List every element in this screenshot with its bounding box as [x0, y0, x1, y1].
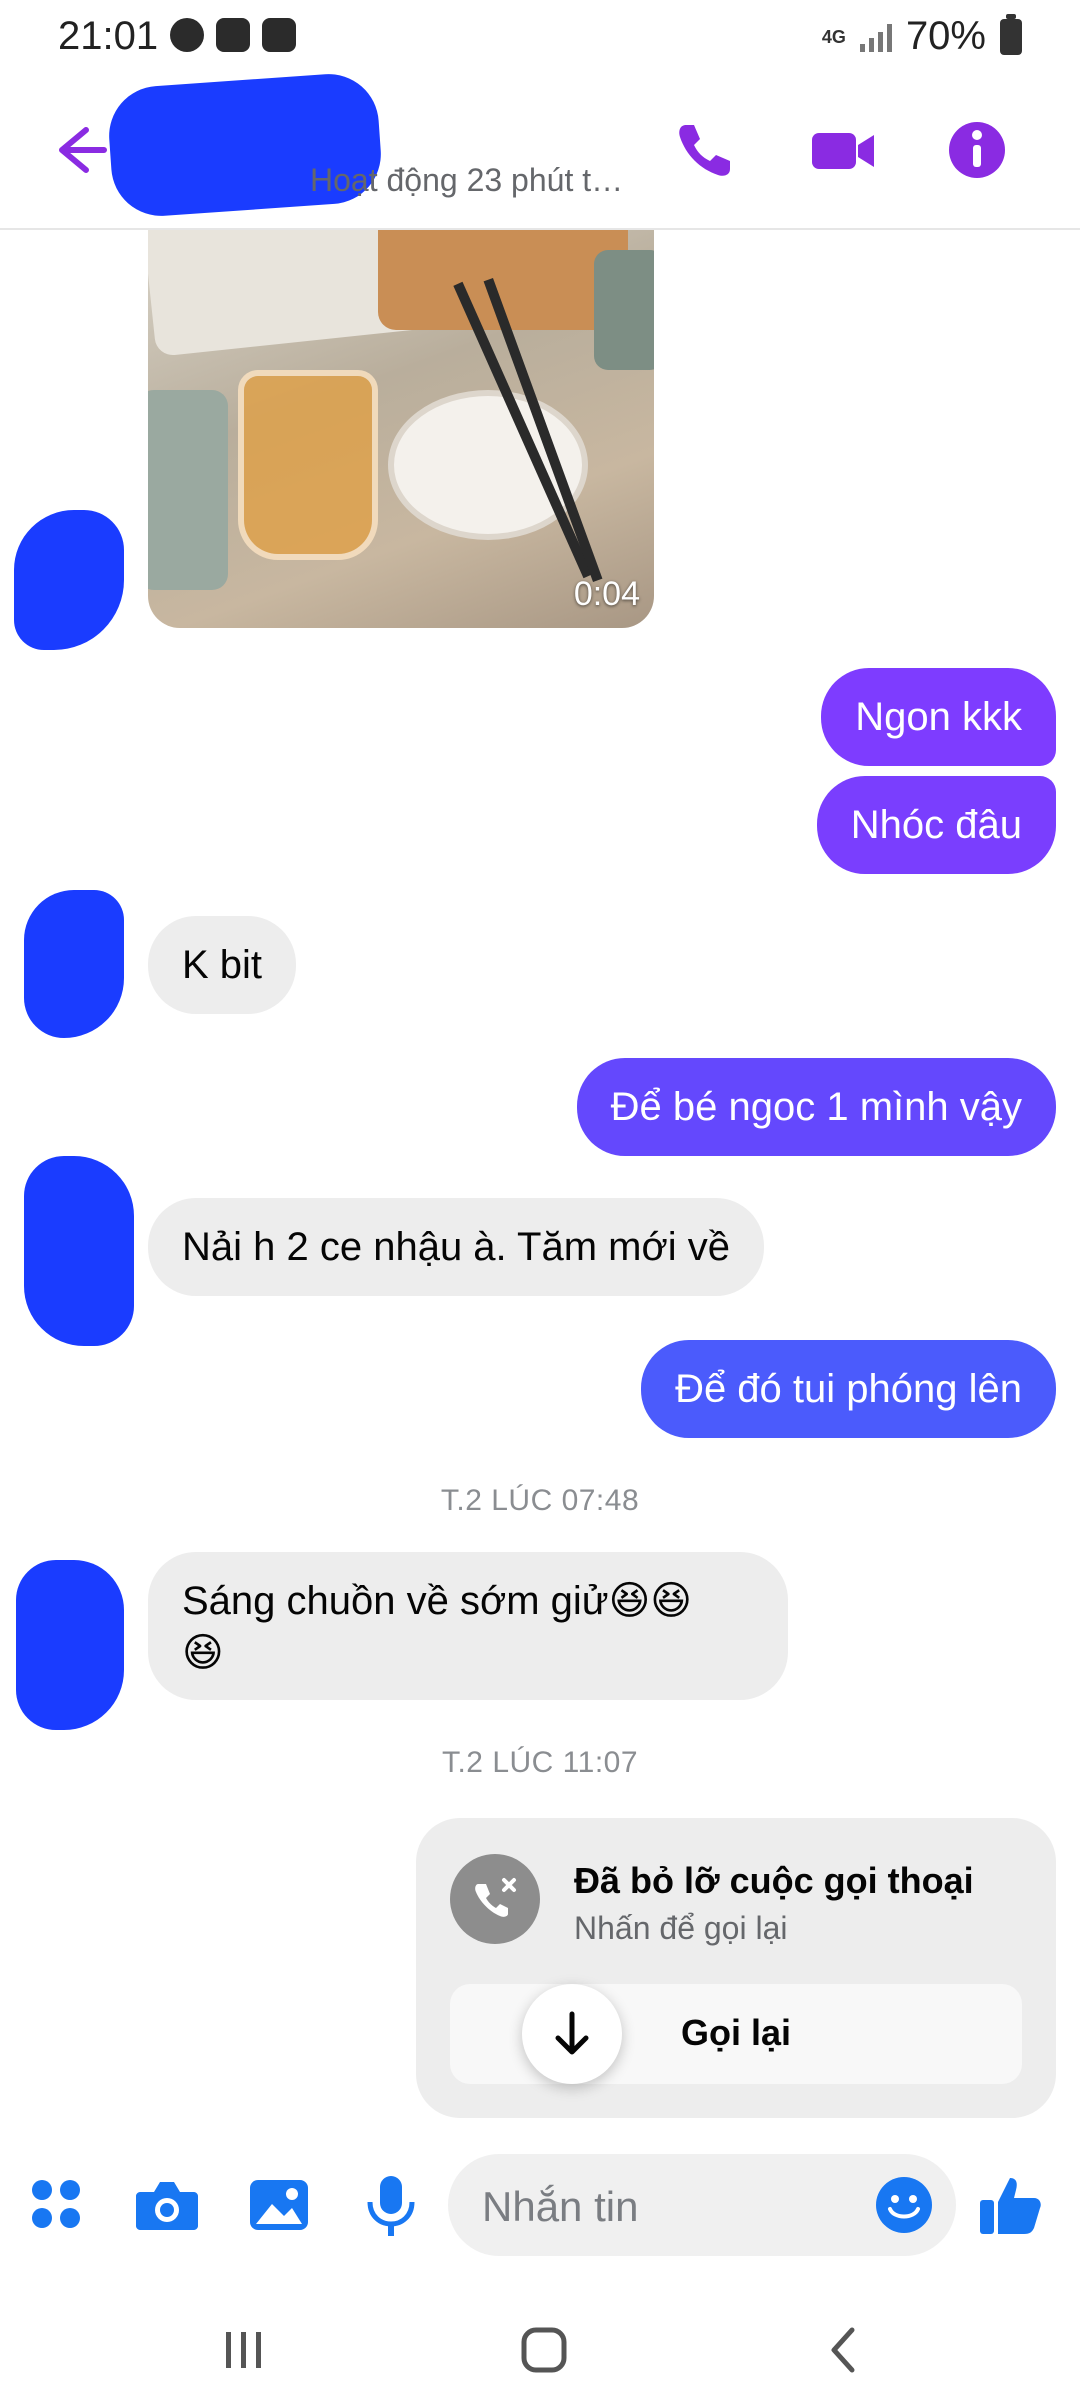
- battery-level: 70%: [905, 14, 986, 58]
- active-status: Hoạt động 23 phút trước: [310, 162, 630, 198]
- home-button[interactable]: [514, 2320, 574, 2380]
- message-input-placeholder: Nhắn tin: [482, 2183, 639, 2230]
- conversation-header: Hoạt động 23 phút trước: [0, 70, 1080, 230]
- message-bubble-outgoing[interactable]: Ngon kkk: [821, 668, 1056, 766]
- status-bar: 21:01 4G 70%: [0, 0, 1080, 70]
- missed-call-subtitle: Nhấn để gọi lại: [574, 1910, 788, 1946]
- message-bubble-outgoing[interactable]: Để đó tui phóng lên: [641, 1340, 1056, 1438]
- gallery-icon: [250, 2180, 308, 2230]
- message-bubble-incoming[interactable]: Sáng chuồn về sớm giử😆😆 😆: [148, 1552, 788, 1700]
- sender-avatar-redacted: [16, 1560, 124, 1730]
- voice-message-button[interactable]: [356, 2170, 426, 2240]
- timestamp: T.2 LÚC 11:07: [441, 1746, 639, 1779]
- message-composer: Nhắn tin: [0, 2140, 1080, 2270]
- emoji-button[interactable]: [874, 2175, 934, 2235]
- signal-icon: [859, 22, 892, 52]
- video-call-button[interactable]: [808, 115, 878, 185]
- missed-call-icon: [450, 1854, 540, 1944]
- microphone-icon: [367, 2176, 415, 2236]
- phone-icon: [679, 125, 730, 176]
- message-bubble-incoming[interactable]: K bit: [148, 916, 297, 1014]
- network-type: 4G: [821, 26, 846, 47]
- message-bubble-outgoing[interactable]: Nhóc đâu: [816, 776, 1056, 874]
- sender-avatar-redacted: [24, 890, 124, 1038]
- video-call-icon: [812, 133, 874, 169]
- status-right: 4G 70%: [821, 13, 1022, 59]
- recent-apps-icon: [226, 2332, 261, 2368]
- sender-avatar-redacted: [24, 1156, 134, 1346]
- video-frame-can: [148, 390, 228, 590]
- info-icon: [949, 122, 1005, 178]
- sender-avatar-redacted: [14, 510, 124, 650]
- battery-icon: [1000, 13, 1022, 55]
- message-bubble-incoming[interactable]: Nải h 2 ce nhậu à. Tăm mới về: [148, 1198, 764, 1296]
- message-input[interactable]: Nhắn tin: [448, 2154, 956, 2256]
- youtube-notification-icon: [262, 18, 296, 52]
- missed-call-title: Đã bỏ lỡ cuộc gọi thoại: [574, 1860, 974, 1901]
- back-arrow-icon: [59, 127, 107, 173]
- emoji-icon: [876, 2177, 932, 2233]
- home-icon: [521, 2327, 567, 2373]
- missed-call-card[interactable]: Đã bỏ lỡ cuộc gọi thoại Nhấn để gọi lại …: [416, 1818, 1056, 2118]
- system-navigation-bar: [0, 2290, 1080, 2408]
- arrow-down-icon: [555, 2011, 589, 2055]
- video-duration: 0:04: [573, 575, 640, 613]
- apps-button[interactable]: [22, 2170, 92, 2240]
- video-frame-glass: [238, 370, 378, 560]
- gallery-button[interactable]: [244, 2170, 314, 2240]
- back-chevron-icon: [831, 2327, 855, 2373]
- message-text-line: 😆: [182, 1631, 224, 1675]
- voice-call-button[interactable]: [670, 115, 740, 185]
- messenger-notification-icon: [170, 18, 204, 52]
- message-text-line: Sáng chuồn về sớm giử😆😆: [182, 1579, 692, 1623]
- info-button[interactable]: [942, 115, 1012, 185]
- apps-grid-icon: [32, 2180, 80, 2228]
- scroll-to-bottom-button[interactable]: [522, 1984, 622, 2084]
- gallery-notification-icon: [216, 18, 250, 52]
- camera-button[interactable]: [132, 2170, 202, 2240]
- back-nav-button[interactable]: [814, 2320, 874, 2380]
- notification-icons: [170, 18, 296, 52]
- message-list[interactable]: 0:04 Ngon kkk Nhóc đâu K bit Để bé ngoc …: [0, 230, 1080, 2130]
- like-button[interactable]: [976, 2170, 1046, 2240]
- message-bubble-outgoing[interactable]: Để bé ngoc 1 mình vậy: [576, 1058, 1056, 1156]
- like-icon: [980, 2178, 1041, 2234]
- back-button[interactable]: [46, 120, 110, 180]
- video-frame-can-right: [594, 250, 654, 370]
- status-time: 21:01: [58, 14, 159, 58]
- camera-icon: [136, 2182, 198, 2230]
- recent-apps-button[interactable]: [214, 2320, 274, 2380]
- timestamp: T.2 LÚC 07:48: [440, 1484, 640, 1517]
- video-message[interactable]: 0:04: [148, 230, 654, 628]
